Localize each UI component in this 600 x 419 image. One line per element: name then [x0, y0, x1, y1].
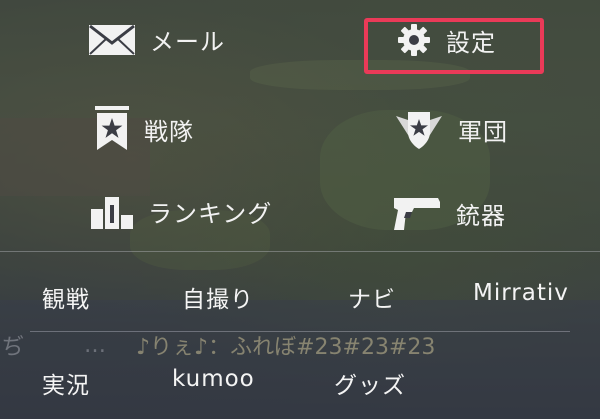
mail-label: メール [150, 28, 225, 56]
navi-link[interactable]: ナビ [348, 280, 396, 314]
envelope-icon [88, 23, 136, 57]
chat-ellipsis: … [84, 332, 109, 358]
corps-label: 軍団 [458, 117, 508, 146]
winged-star-emblem-icon [394, 108, 444, 150]
live-link[interactable]: 実況 [42, 366, 90, 400]
link-divider [30, 331, 570, 332]
game-menu-screen: メール 設定 戦隊 軍団 ランキング 銃器 観戦 自撮り ナビ Mirrativ… [0, 0, 600, 419]
weapons-label: 銃器 [456, 201, 506, 230]
goods-link[interactable]: グッズ [334, 366, 406, 400]
corps-menu-item[interactable]: 軍団 [394, 108, 508, 150]
kumoo-link[interactable]: kumoo [172, 366, 255, 392]
star-bookmark-icon [94, 106, 130, 152]
mail-menu-item[interactable]: メール [88, 22, 225, 57]
chat-edge-text: ぢ [2, 335, 25, 360]
squad-label: 戦隊 [144, 117, 194, 146]
watch-link[interactable]: 観戦 [42, 280, 90, 314]
mirrativ-link[interactable]: Mirrativ [473, 280, 569, 306]
pistol-icon [392, 192, 442, 234]
podium-icon [90, 193, 134, 229]
chat-message: ♪りぇ♪：ふれぼ#23#23#23 [136, 335, 436, 360]
selfie-link[interactable]: 自撮り [182, 280, 254, 314]
settings-highlight-frame [364, 18, 544, 74]
squad-menu-item[interactable]: 戦隊 [94, 106, 194, 152]
ranking-menu-item[interactable]: ランキング [90, 193, 272, 229]
section-divider [0, 251, 600, 252]
ranking-label: ランキング [148, 199, 273, 228]
weapons-menu-item[interactable]: 銃器 [392, 192, 506, 234]
chat-overlay: ぢ … ♪りぇ♪：ふれぼ#23#23#23 [0, 330, 600, 361]
